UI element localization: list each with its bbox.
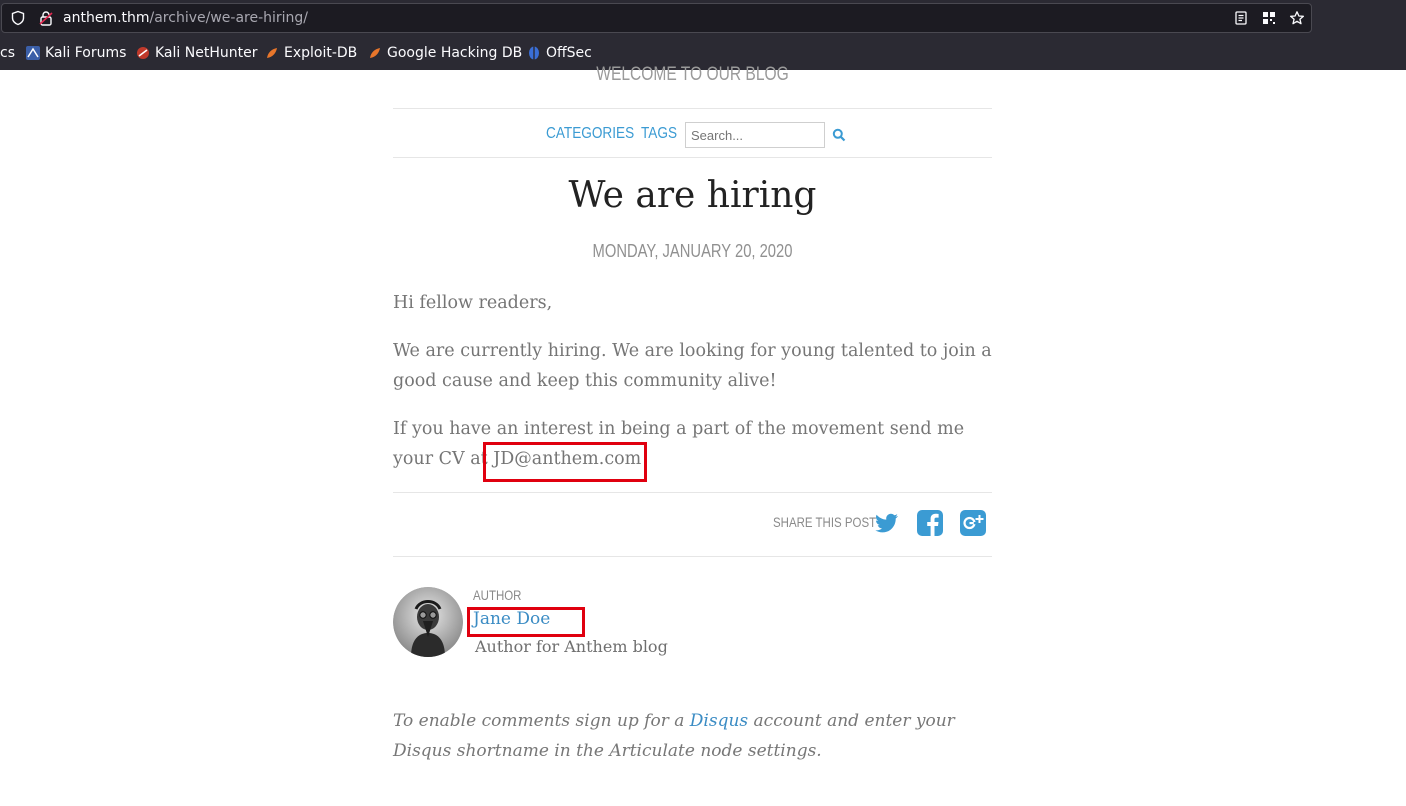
reader-view-icon[interactable] — [1233, 10, 1249, 26]
post-date: MONDAY, JANUARY 20, 2020 — [592, 241, 793, 261]
bookmark-kali-nethunter[interactable]: Kali NetHunter — [136, 45, 257, 61]
comments-notice: To enable comments sign up for a Disqus … — [393, 706, 992, 766]
bookmark-google-hacking-db[interactable]: Google Hacking DB — [368, 45, 522, 61]
email-address: JD@anthem.com — [493, 449, 642, 469]
ghdb-icon — [370, 48, 380, 58]
blog-tagline: WELCOME TO OUR BLOG — [596, 64, 789, 85]
bookmark-docs[interactable]: cs — [0, 45, 15, 61]
bookmark-exploit-db[interactable]: Exploit-DB — [265, 45, 357, 61]
exploitdb-icon — [267, 48, 277, 58]
post-title: We are hiring — [568, 175, 817, 216]
search-input[interactable] — [685, 122, 825, 148]
blog-container: WELCOME TO OUR BLOG CATEGORIES TAGS We a… — [393, 64, 992, 806]
search-icon[interactable] — [832, 128, 846, 142]
comments-text: To enable comments sign up for a — [393, 711, 690, 731]
share-label: SHARE THIS POST — [773, 514, 877, 530]
disqus-link[interactable]: Disqus — [690, 711, 748, 731]
browser-chrome: anthem.thm/archive/we-are-hiring/ cs Kal… — [0, 0, 1406, 70]
page-content: WELCOME TO OUR BLOG CATEGORIES TAGS We a… — [0, 64, 1406, 806]
divider — [393, 108, 992, 109]
bookmark-star-icon[interactable] — [1289, 10, 1305, 26]
author-label: AUTHOR — [473, 587, 522, 603]
bookmark-label: Kali NetHunter — [155, 45, 258, 61]
author-avatar — [393, 587, 463, 657]
insecure-lock-icon[interactable] — [38, 10, 54, 26]
facebook-icon[interactable] — [916, 509, 944, 537]
url-text[interactable]: anthem.thm/archive/we-are-hiring/ — [63, 10, 308, 26]
kali-icon — [26, 46, 40, 60]
bookmark-label: Kali Forums — [45, 45, 127, 61]
url-host: anthem.thm — [63, 10, 150, 26]
offsec-icon — [529, 46, 539, 60]
divider — [393, 157, 992, 158]
bookmark-label: cs — [0, 45, 15, 61]
post-paragraph: We are currently hiring. We are looking … — [393, 341, 992, 391]
qr-code-icon[interactable] — [1261, 10, 1277, 26]
bookmarks-bar: cs Kali Forums Kali NetHunter Exploit-DB… — [0, 40, 1406, 66]
bookmark-label: OffSec — [546, 45, 592, 61]
divider — [393, 492, 992, 493]
paragraph-text: If you have an interest in being a part … — [393, 419, 965, 469]
author-name-link[interactable]: Jane Doe — [473, 609, 550, 629]
bookmark-offsec[interactable]: OffSec — [527, 45, 592, 61]
url-path: /archive/we-are-hiring/ — [149, 10, 309, 26]
bookmark-label: Google Hacking DB — [387, 45, 523, 61]
nav-tags[interactable]: TAGS — [641, 125, 677, 143]
divider — [393, 556, 992, 557]
twitter-icon[interactable] — [873, 509, 901, 537]
nav-categories[interactable]: CATEGORIES — [546, 125, 634, 143]
post-paragraph: If you have an interest in being a part … — [393, 414, 992, 474]
address-bar[interactable]: anthem.thm/archive/we-are-hiring/ — [1, 3, 1312, 33]
post-paragraph: Hi fellow readers, — [393, 293, 553, 313]
nethunter-icon — [137, 47, 149, 59]
bookmark-kali-forums[interactable]: Kali Forums — [26, 45, 126, 61]
bookmark-label: Exploit-DB — [284, 45, 358, 61]
shield-icon[interactable] — [10, 10, 26, 26]
author-description: Author for Anthem blog — [475, 637, 668, 656]
google-plus-icon[interactable] — [959, 509, 987, 537]
